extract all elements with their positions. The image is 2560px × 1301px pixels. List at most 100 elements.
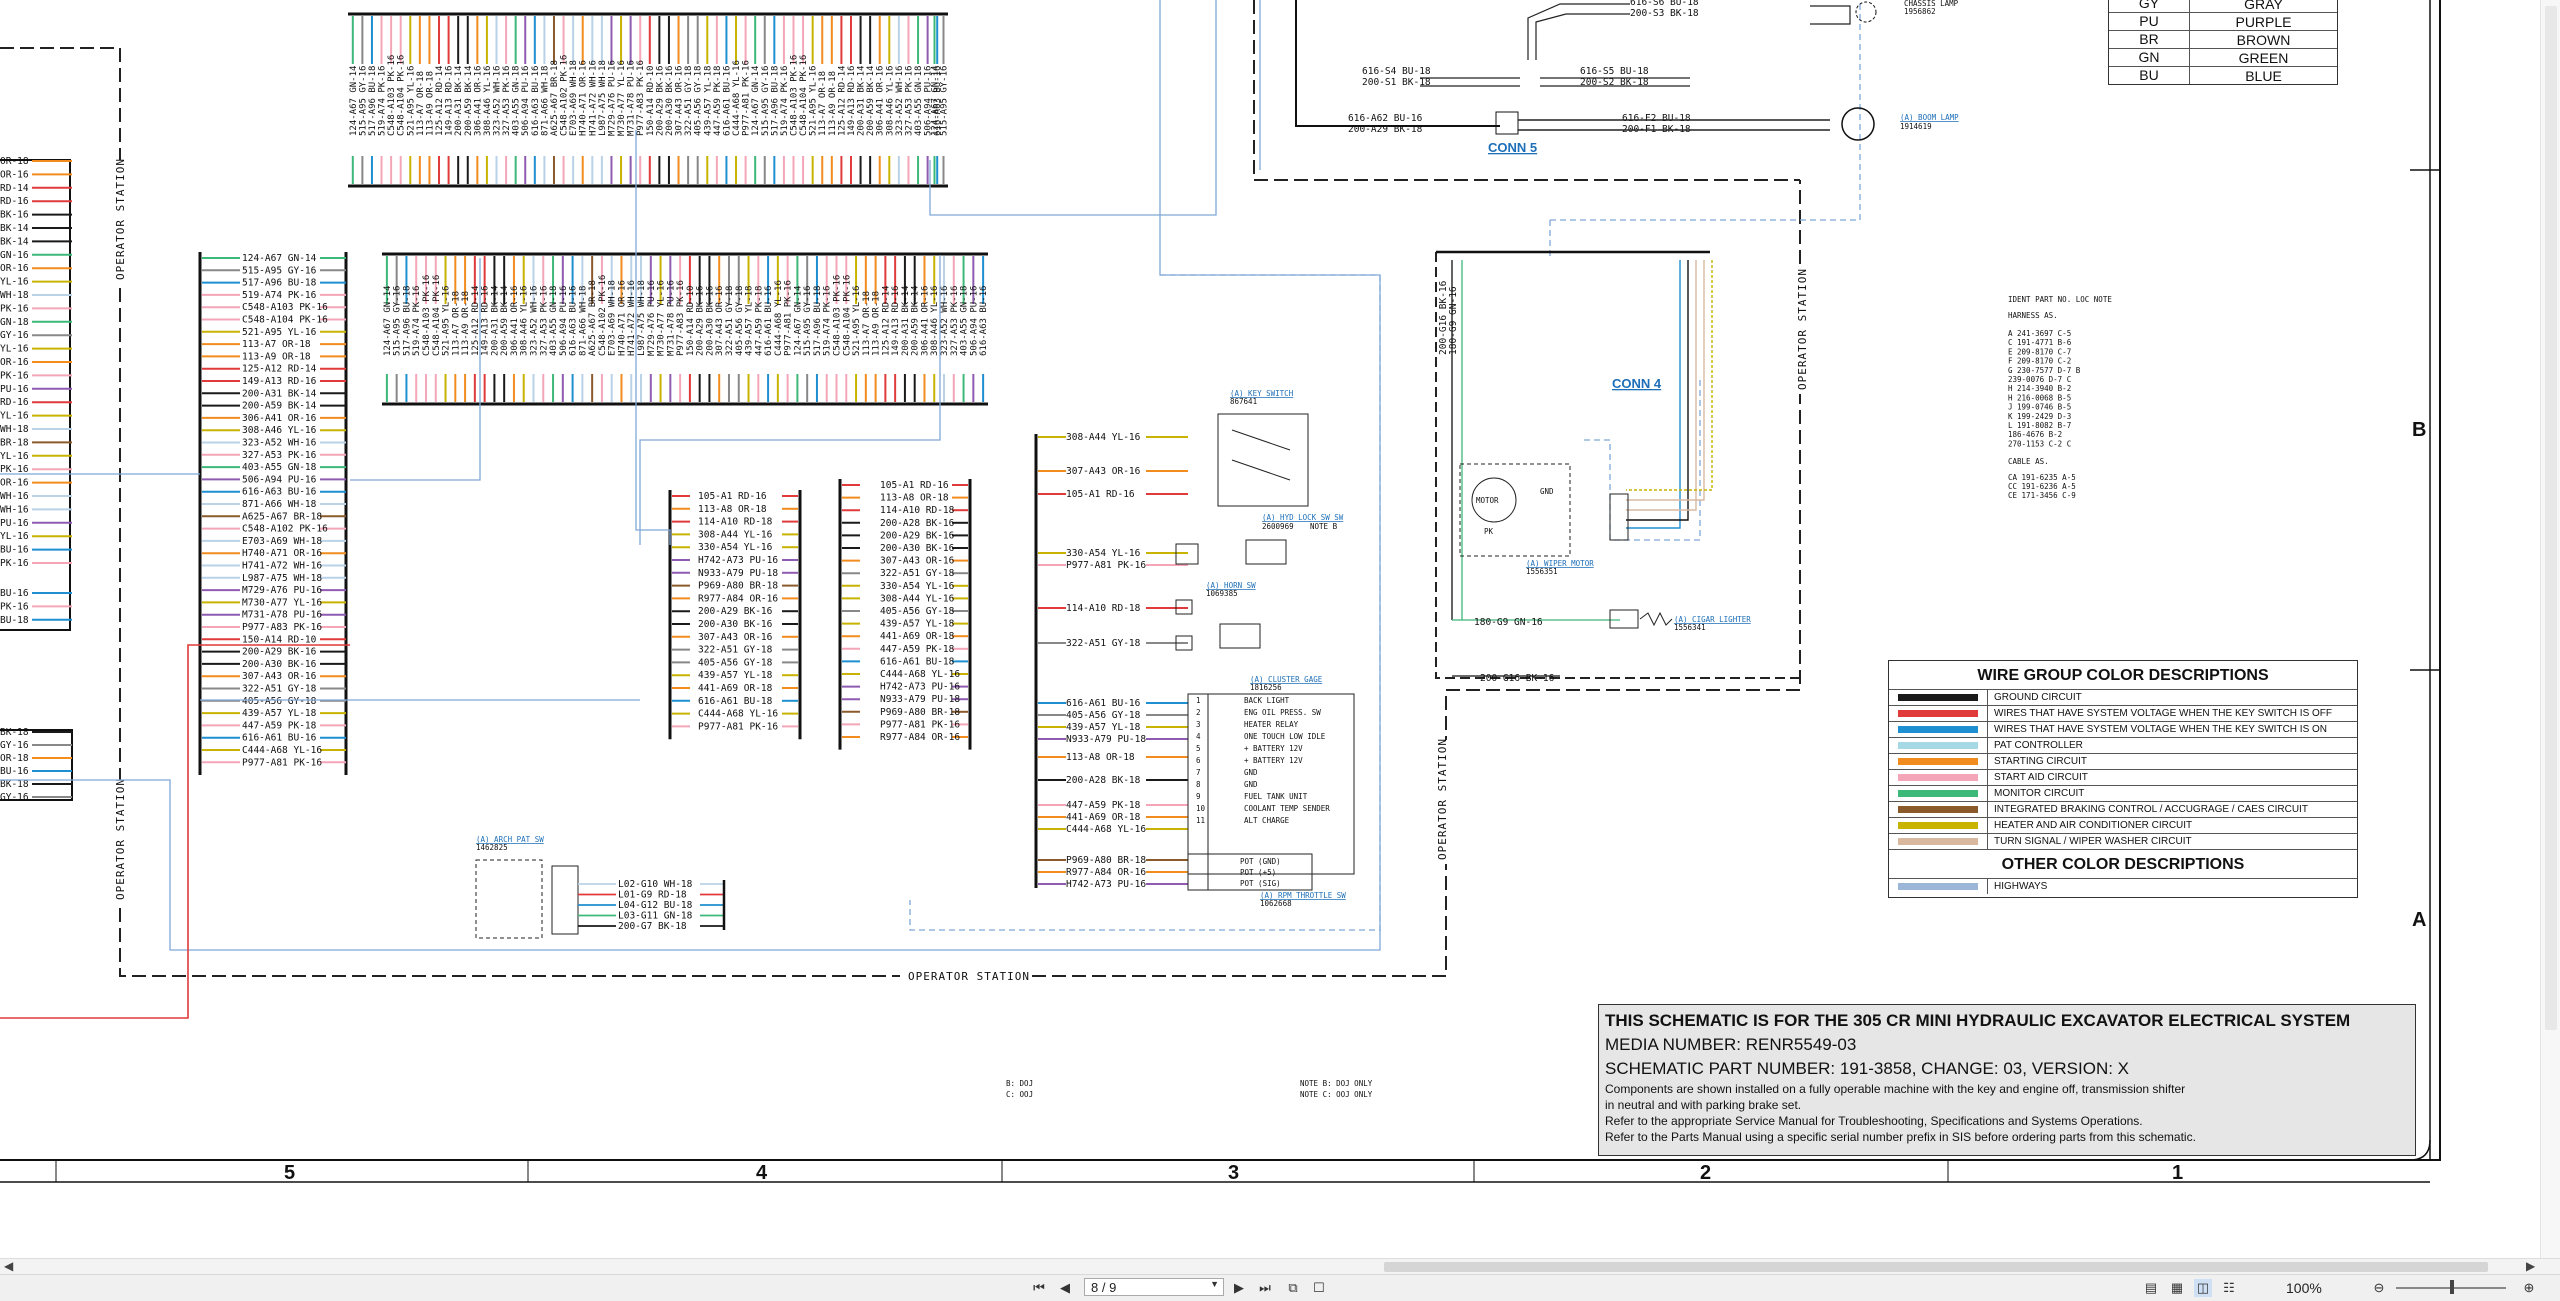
zone-col-5: 5 — [284, 1162, 295, 1184]
harness-wire-label: 327-A53 PK-16 — [950, 286, 960, 356]
harness-wire-label: 517-A96 BU-18 — [770, 66, 780, 136]
harness-label: HARNESS AS. — [2008, 311, 2058, 320]
drawing-border — [0, 0, 2441, 1161]
boom-lamp-link[interactable]: (A) BOOM LAMP — [1900, 113, 1959, 122]
harness-wire-label: 515-A95 GY-16 — [393, 286, 403, 356]
harness-wire-label: 519-A74 PK-16 — [780, 66, 790, 136]
wire-group-top-harness-2: 124-A67 GN-14 515-A95 GY-16 517-A96 BU-18 5… — [382, 252, 989, 406]
single-page-icon[interactable]: ▤ — [2142, 1279, 2160, 1297]
color-name: GREEN — [2238, 49, 2289, 66]
mid-block-wire-label: N933-A79 PU-18 — [698, 568, 778, 579]
harness-wire-label: 403-A55 GN-18 — [914, 66, 924, 136]
harness-wire-label: M729-A76 PU-16 — [607, 60, 617, 136]
mid-block-wire-label: 330-A54 YL-16 — [698, 542, 773, 553]
mid-block-wire-label: 200-A29 BK-16 — [880, 530, 955, 541]
vertical-scrollbar[interactable] — [2540, 0, 2560, 1258]
left-block-wire-label: 308-A46 YL-16 — [242, 425, 317, 436]
left-block-wire-label: C548-A103 PK-16 — [242, 302, 328, 313]
cover-page-icon[interactable]: ☷ — [2220, 1279, 2238, 1297]
first-page-icon[interactable]: ⏮ — [1030, 1279, 1048, 1297]
right-block-wire-label: 200-A28 BK-18 — [1066, 775, 1141, 786]
left-block-wire-label: 149-A13 RD-16 — [242, 376, 317, 387]
mid-block-wire-label: 200-A29 BK-16 — [698, 606, 773, 617]
operator-station-label-left-bottom: OPERATOR STATION — [114, 778, 127, 900]
chevron-down-icon[interactable]: ▼ — [1210, 1279, 1219, 1289]
harness-wire-label: 307-A43 OR-16 — [715, 286, 725, 356]
legend-text: STARTING CIRCUIT — [1994, 756, 2087, 767]
harness-wire-label: C444-A68 YL-16 — [732, 60, 742, 136]
harness-wire-label: 200-A31 BK-14 — [490, 286, 500, 356]
pot-pin-label: POT (+5) — [1240, 868, 1276, 877]
harness-wire-label: 200-A59 BK-14 — [464, 66, 474, 136]
next-page-icon[interactable]: ▶ — [1230, 1279, 1248, 1297]
edge-wire-label: BK-14 — [0, 223, 29, 234]
document-viewport[interactable]: 5 4 3 2 1 B A OPERATOR STATION OPERATOR … — [0, 0, 2560, 1258]
harness-wire-label: 323-A52 WH-16 — [530, 286, 540, 356]
color-code-row: GY GRAY — [2109, 0, 2337, 12]
left-block-wire-label: 322-A51 GY-18 — [242, 684, 317, 695]
ident-row: 239-0076 D-7 C — [2008, 375, 2071, 384]
legend-text: GROUND CIRCUIT — [1994, 692, 2082, 703]
harness-wire-label: 150-A14 RD-10 — [646, 66, 656, 136]
ident-header: IDENT PART NO. LOC NOTE — [2008, 295, 2112, 304]
zoom-slider-thumb[interactable] — [2450, 1280, 2454, 1294]
vertical-scroll-thumb[interactable] — [2545, 6, 2557, 1030]
harness-wire-label: H740-A71 OR-16 — [579, 60, 589, 136]
continuous-page-icon[interactable]: ▦ — [2168, 1279, 2186, 1297]
wire-color-code-table: GY GRAY PU PURPLE BR BROWN GN GREEN BU BLUE — [2108, 0, 2338, 85]
edge-wire-label: WH-16 — [0, 491, 29, 502]
harness-wire-label: 125-A12 RD-14 — [435, 66, 445, 136]
cluster-pin-label: GND — [1244, 780, 1258, 789]
edge-wire-label: OR-18 — [0, 156, 29, 167]
operator-station-label-mid: OPERATOR STATION — [1436, 738, 1449, 860]
cluster-pin-label: ALT CHARGE — [1244, 816, 1290, 825]
ident-row: J 199-0746 B-5 — [2008, 403, 2071, 412]
cigar-lighter-pn: 1556341 — [1674, 623, 1706, 632]
right-block-wire-label: 616-A61 BU-16 — [1066, 698, 1141, 709]
cluster-pin-label: BACK LIGHT — [1244, 696, 1290, 705]
color-code: BR — [2109, 31, 2190, 48]
legend-row: PAT CONTROLLER — [1889, 737, 2357, 753]
mid-block-wire-label: 439-A57 YL-18 — [880, 619, 955, 630]
legend-other-title: OTHER COLOR DESCRIPTIONS — [1889, 849, 2357, 878]
harness-wire-label: M731-A78 PU-16 — [666, 280, 676, 356]
facing-page-icon[interactable]: ◫ — [2194, 1279, 2212, 1297]
zoom-in-icon[interactable]: ⊕ — [2520, 1279, 2538, 1297]
legend-text: HEATER AND AIR CONDITIONER CIRCUIT — [1994, 820, 2193, 831]
zone-row-b: B — [2412, 419, 2426, 441]
edge-wire-label: BU-18 — [0, 615, 29, 626]
horizontal-scrollbar[interactable]: ◀ ▶ — [0, 1258, 2560, 1275]
operator-station-label-right: OPERATOR STATION — [1796, 268, 1809, 390]
last-page-icon[interactable]: ⏭ — [1256, 1279, 1274, 1297]
conn4-label[interactable]: CONN 4 — [1612, 376, 1662, 391]
ident-row: E 209-8170 C-7 — [2008, 347, 2071, 356]
legend-swatch — [1889, 802, 1988, 817]
wire-label-616-f2: 616-F2 BU-18 — [1622, 113, 1691, 124]
hyd-lock-link[interactable]: (A) HYD LOCK SW SW — [1262, 513, 1344, 522]
page-number-field[interactable]: 8 / 9 ▼ — [1084, 1278, 1224, 1296]
scroll-left-arrow-icon[interactable]: ◀ — [4, 1259, 13, 1273]
harness-wire-label: P977-A81 PK-16 — [742, 60, 752, 136]
harness-wire-label: 521-A95 YL-16 — [406, 66, 416, 136]
legend-row: TURN SIGNAL / WIPER WASHER CIRCUIT — [1889, 833, 2357, 849]
boom-lamp-pn: 1914619 — [1900, 122, 1932, 131]
horizontal-scroll-thumb[interactable] — [1384, 1262, 2488, 1272]
scroll-right-arrow-icon[interactable]: ▶ — [2526, 1259, 2535, 1273]
left-block-wire-label: 616-A63 BU-16 — [242, 487, 317, 498]
wire-label-616-s6: 616-S6 BU-18 — [1630, 0, 1699, 8]
conn5-label[interactable]: CONN 5 — [1488, 140, 1537, 155]
cable-row: CE 171-3456 C-9 — [2008, 491, 2076, 500]
zoom-out-icon[interactable]: ⊖ — [2370, 1279, 2388, 1297]
prev-page-icon[interactable]: ◀ — [1056, 1279, 1074, 1297]
harness-wire-label: 149-A13 RD-16 — [445, 66, 455, 136]
arch-pat-wire-label: L03-G11 GN-18 — [618, 911, 693, 922]
left-block-wire-label: M729-A76 PU-16 — [242, 585, 322, 596]
paste-view-icon[interactable]: ☐ — [1310, 1279, 1328, 1297]
pk-label: PK — [1484, 527, 1494, 536]
left-block-wire-label: 439-A57 YL-18 — [242, 708, 317, 719]
copy-view-icon[interactable]: ⧉ — [1284, 1279, 1302, 1297]
harness-wire-label: A625-A67 BR-18 — [588, 280, 598, 356]
left-block-wire-label: H741-A72 WH-16 — [242, 561, 322, 572]
harness-wire-label: 306-A41 OR-16 — [876, 66, 886, 136]
harness-wire-label: 322-A51 GY-18 — [684, 66, 694, 136]
